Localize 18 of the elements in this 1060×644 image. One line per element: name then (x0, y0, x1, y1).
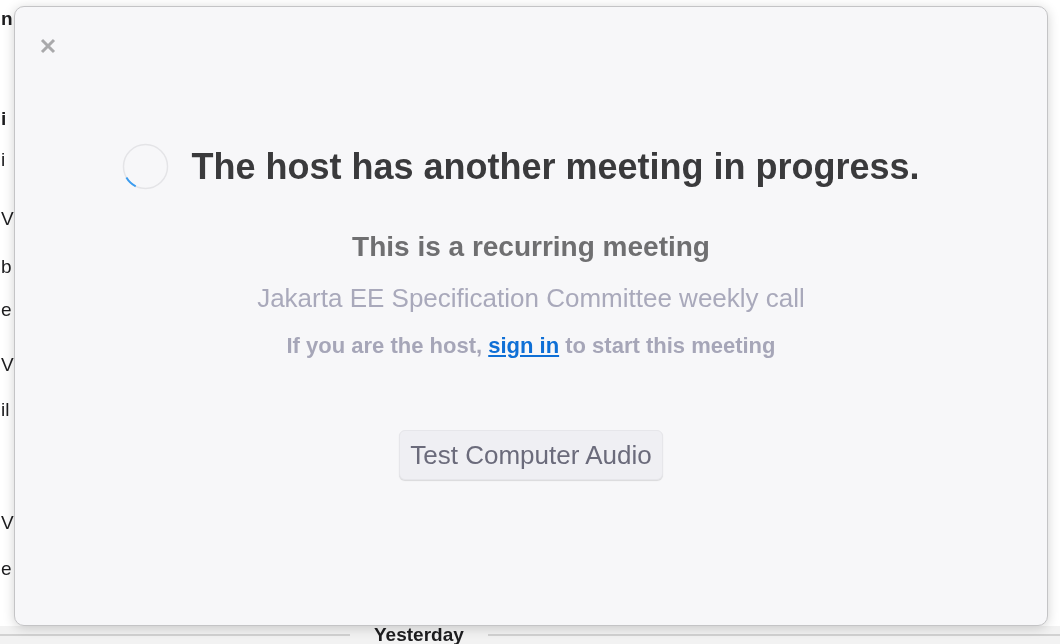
background-text-fragment: i (1, 150, 6, 170)
test-audio-button[interactable]: Test Computer Audio (399, 430, 663, 480)
meeting-name-text: Jakarta EE Specification Committee weekly call (257, 283, 805, 313)
dialog-title: The host has another meeting in progress. (191, 145, 920, 188)
host-prompt-text: If you are the host, sign in to start this meeting (286, 333, 776, 359)
background-text-fragment: V (1, 513, 14, 533)
sign-in-link[interactable]: sign in (488, 333, 560, 358)
close-icon[interactable] (40, 38, 56, 54)
background-text-fragment: e (1, 300, 12, 320)
background-text-fragment: V (1, 355, 14, 375)
background-text-fragment: e (1, 559, 12, 579)
background-text-fragment: n (1, 9, 13, 29)
background-text-fragment: il (1, 400, 10, 420)
background-text-fragment: b (1, 257, 12, 277)
background-text-fragment: i (1, 109, 7, 129)
loading-spinner-icon (122, 143, 170, 190)
background-text-fragment: V (1, 209, 14, 229)
dialog-subtitle: This is a recurring meeting (352, 231, 710, 263)
